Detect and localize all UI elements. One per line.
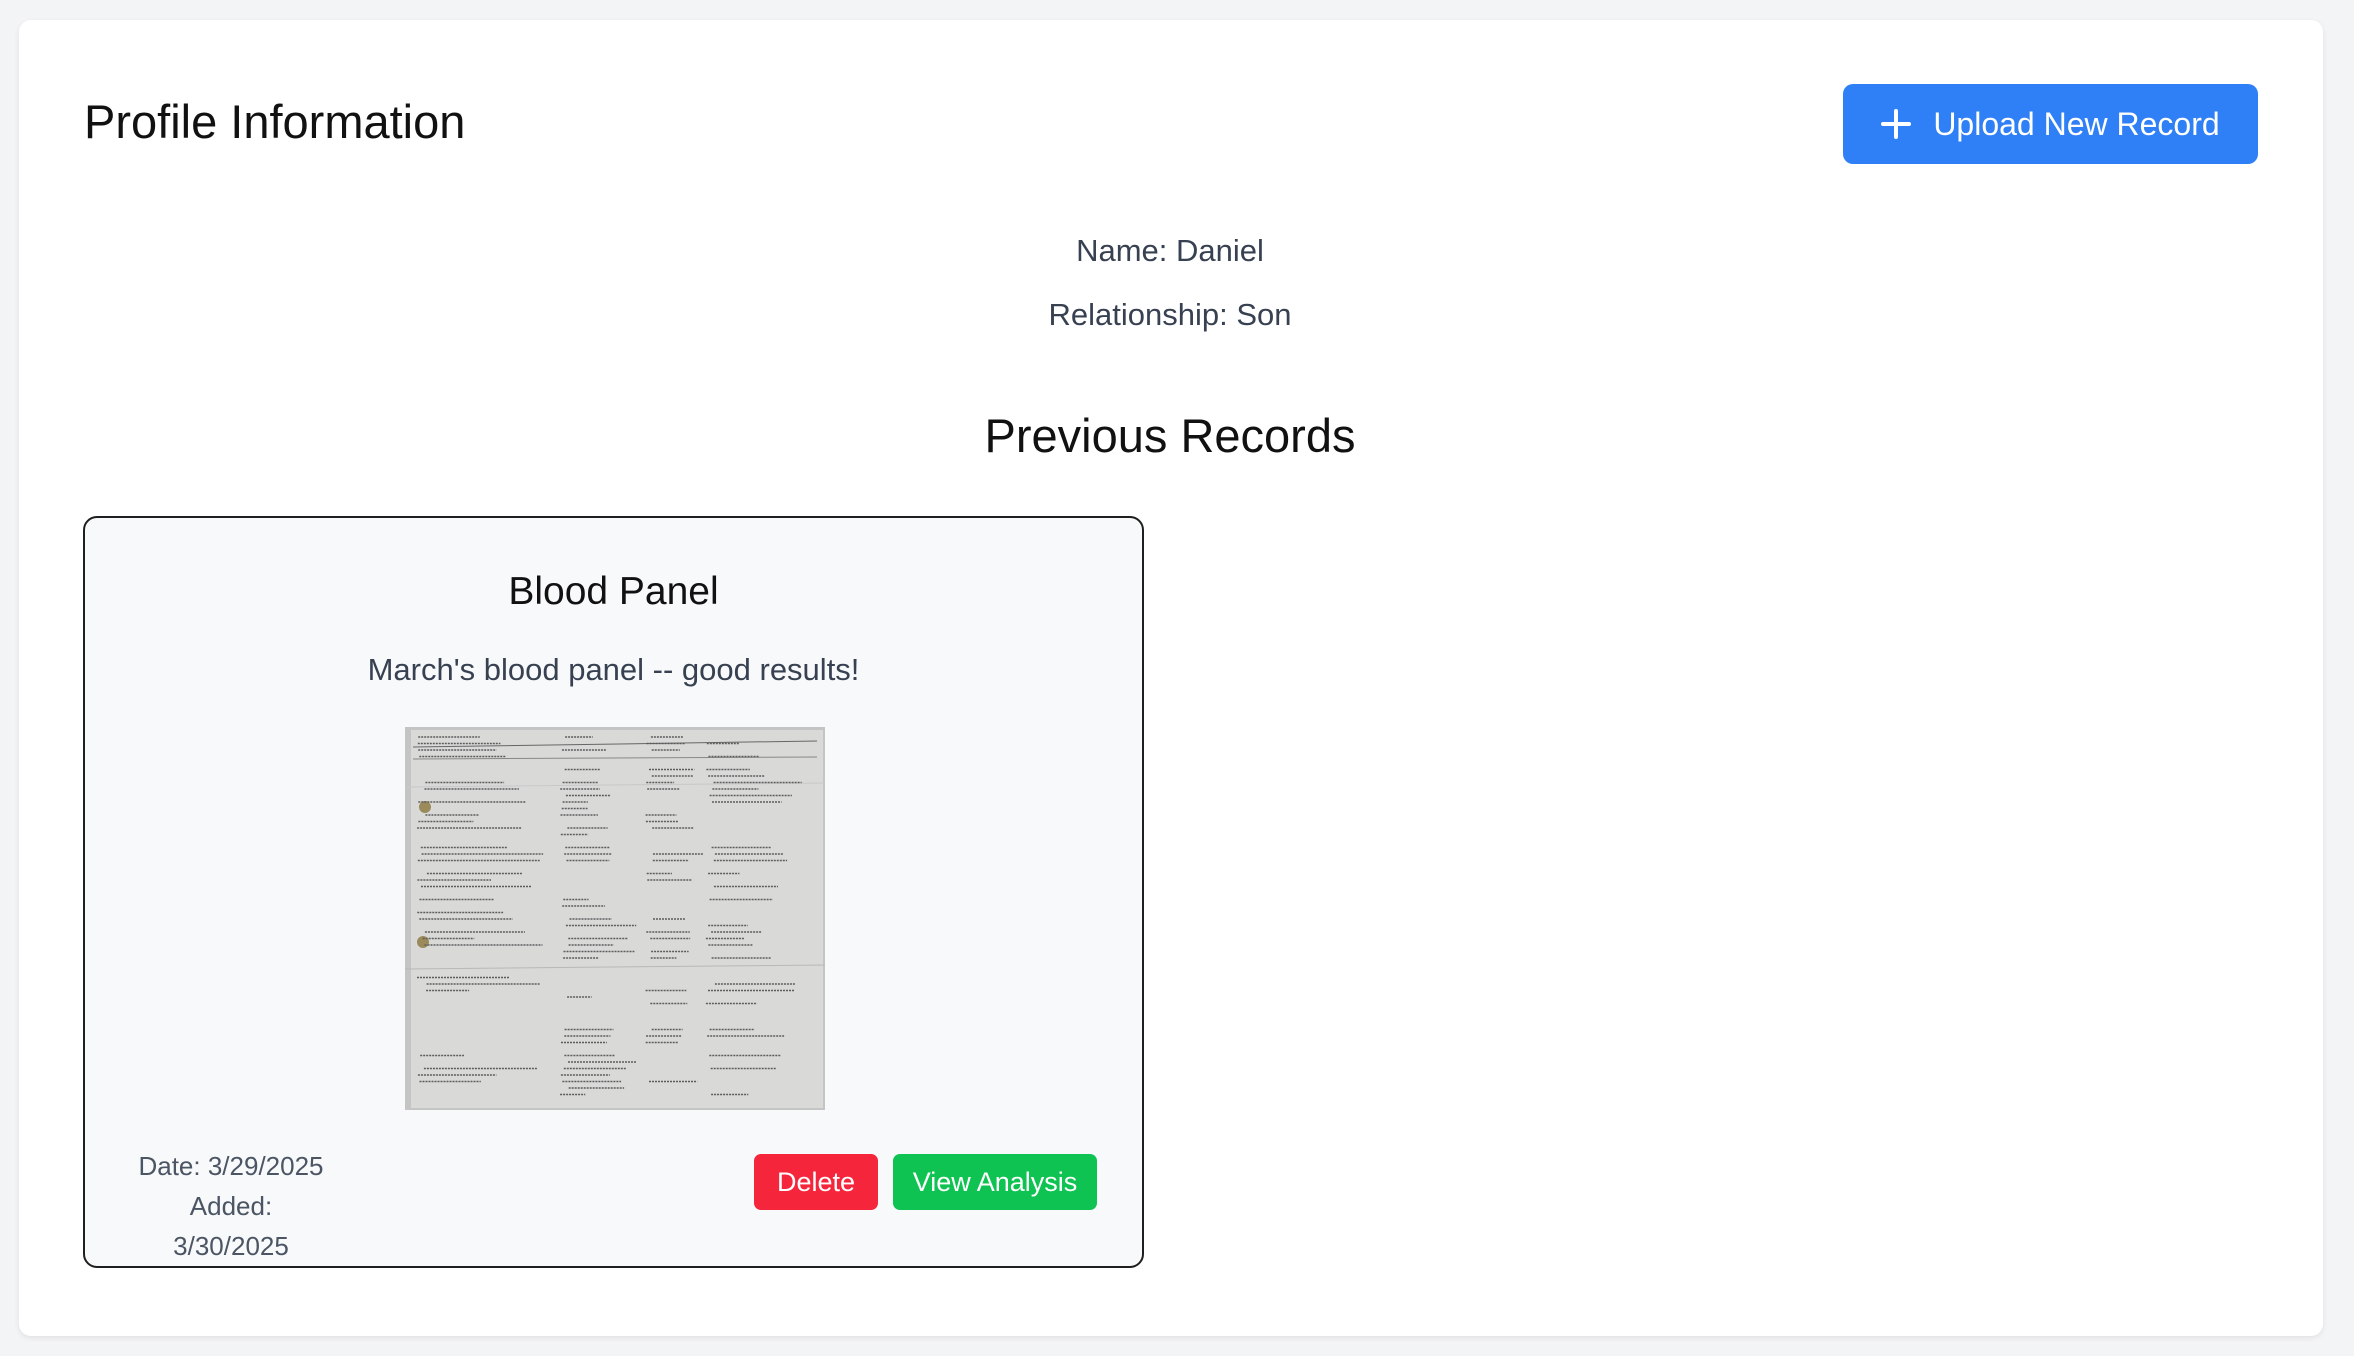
previous-records-heading: Previous Records	[984, 409, 1356, 462]
view-analysis-button[interactable]: View Analysis	[893, 1154, 1097, 1210]
upload-new-record-button[interactable]: Upload New Record	[1843, 84, 2258, 164]
record-description: March's blood panel -- good results!	[367, 652, 860, 687]
record-dates: Date: 3/29/2025 Added: 3/30/2025	[131, 1146, 331, 1266]
record-date: Date: 3/29/2025	[138, 1151, 324, 1181]
plus-icon	[1881, 109, 1912, 139]
profile-name: Name: Daniel	[1076, 233, 1264, 268]
record-card: Blood Panel March's blood panel -- good …	[83, 516, 1144, 1268]
upload-button-label: Upload New Record	[1933, 105, 2220, 142]
record-title: Blood Panel	[508, 570, 719, 613]
page-title: Profile Information	[84, 95, 466, 148]
delete-record-button[interactable]: Delete	[754, 1154, 878, 1210]
record-document-image[interactable]	[405, 727, 825, 1110]
record-added-date: Added: 3/30/2025	[173, 1191, 289, 1261]
profile-relationship: Relationship: Son	[1048, 297, 1292, 332]
